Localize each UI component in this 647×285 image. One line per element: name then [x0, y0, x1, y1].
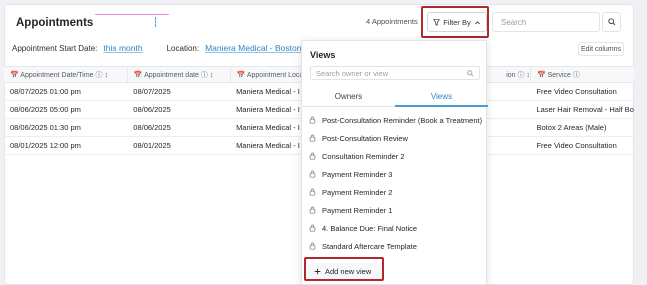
views-list: Post-Consultation Reminder (Book a Treat… — [302, 111, 488, 255]
filter-by-label: Filter By — [443, 17, 471, 27]
column-header[interactable]: 📅 Appointment Date/Time ⓘ ↕ — [4, 66, 128, 83]
table-cell: 08/06/2025 — [127, 118, 231, 137]
plus-icon — [314, 268, 321, 275]
tab-owners[interactable]: Owners — [302, 87, 395, 107]
lock-icon — [309, 224, 316, 232]
view-item[interactable]: Payment Reminder 2 — [302, 183, 488, 201]
add-new-view-button[interactable]: Add new view — [308, 263, 382, 279]
table-cell: 08/01/2025 12:00 pm — [4, 136, 128, 155]
view-item[interactable]: Payment Reminder 1 — [302, 201, 488, 219]
edit-columns-button[interactable]: Edit columns — [578, 42, 624, 56]
table-cell: 08/06/2025 05:00 pm — [4, 100, 128, 119]
column-header[interactable]: 📅 Appointment date ⓘ ↕ — [126, 66, 231, 83]
views-dropdown: Views Search owner or view Owners Views … — [301, 40, 488, 285]
search-icon — [607, 18, 616, 26]
lock-icon — [309, 242, 316, 250]
search-icon — [467, 70, 474, 77]
view-item[interactable]: Payment Reminder 3 — [302, 165, 488, 183]
start-date-label: Appointment Start Date: — [12, 44, 98, 53]
filter-by-button[interactable]: Filter By — [427, 12, 487, 32]
table-cell: Free Video Consultation — [530, 136, 634, 155]
location-filter-link[interactable]: Maniera Medical - Boston — [205, 43, 301, 53]
lock-icon — [309, 206, 316, 214]
filter-icon — [433, 18, 441, 26]
lock-icon — [309, 116, 316, 124]
view-item[interactable]: Post-Consultation Reminder (Book a Treat… — [302, 111, 488, 129]
search-button[interactable] — [602, 12, 621, 32]
views-tabs: Owners Views — [302, 87, 488, 107]
table-cell: 08/07/2025 01:00 pm — [4, 82, 128, 101]
table-cell: 08/06/2025 — [127, 100, 231, 119]
appointment-count: 4 Appointments — [366, 17, 418, 26]
table-cell: Botox 2 Areas (Male) — [530, 118, 634, 137]
views-search-input[interactable]: Search owner or view — [310, 66, 480, 80]
table-cell: 08/01/2025 — [127, 136, 231, 155]
start-date-filter-link[interactable]: this month — [103, 43, 142, 53]
page-title: Appointments — [16, 17, 94, 29]
column-header[interactable]: 📅 Service ⓘ — [529, 66, 634, 83]
decorative-line — [155, 17, 165, 27]
table-cell: 08/06/2025 01:30 pm — [4, 118, 128, 137]
active-filters: Appointment Start Date: this month Locat… — [12, 43, 301, 53]
view-item[interactable]: Post-Consultation Review — [302, 129, 488, 147]
lock-icon — [309, 170, 316, 178]
lock-icon — [309, 188, 316, 196]
search-input[interactable]: Search — [492, 12, 600, 32]
lock-icon — [309, 134, 316, 142]
table-cell: 08/07/2025 — [127, 82, 231, 101]
table-cell: Laser Hair Removal - Half Bo — [530, 100, 634, 119]
view-item[interactable]: Standard Aftercare Template — [302, 237, 488, 255]
view-item[interactable]: Consultation Reminder 2 — [302, 147, 488, 165]
view-item[interactable]: 4. Balance Due: Final Notice — [302, 219, 488, 237]
location-label: Location: — [166, 44, 200, 53]
tab-views[interactable]: Views — [395, 87, 488, 107]
add-new-view-label: Add new view — [325, 266, 372, 276]
lock-icon — [309, 152, 316, 160]
chevron-up-icon — [474, 19, 481, 26]
views-heading: Views — [310, 50, 336, 60]
table-cell: Free Video Consultation — [530, 82, 634, 101]
